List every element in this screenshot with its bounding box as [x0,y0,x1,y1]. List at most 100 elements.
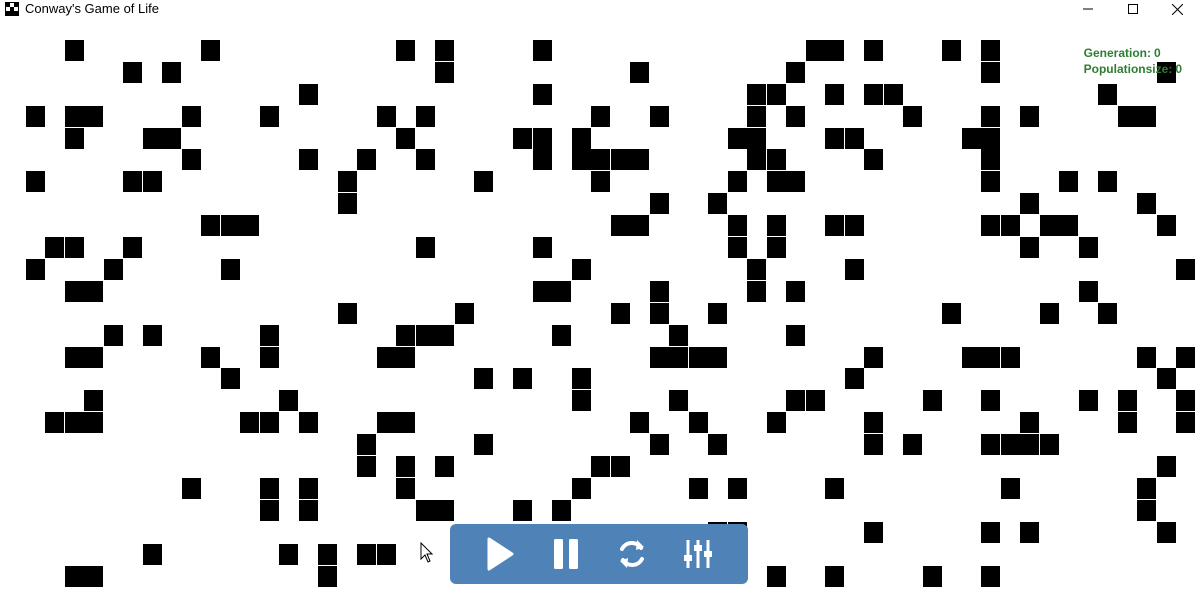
live-cell[interactable] [26,259,45,280]
live-cell[interactable] [981,106,1000,127]
live-cell[interactable] [513,128,532,149]
live-cell[interactable] [84,566,103,587]
live-cell[interactable] [669,347,688,368]
live-cell[interactable] [708,434,727,455]
live-cell[interactable] [1079,281,1098,302]
life-grid[interactable] [0,18,1200,600]
live-cell[interactable] [396,456,415,477]
live-cell[interactable] [864,347,883,368]
live-cell[interactable] [845,368,864,389]
live-cell[interactable] [377,412,396,433]
live-cell[interactable] [1040,215,1059,236]
live-cell[interactable] [728,171,747,192]
live-cell[interactable] [26,171,45,192]
live-cell[interactable] [630,62,649,83]
live-cell[interactable] [962,347,981,368]
live-cell[interactable] [981,128,1000,149]
live-cell[interactable] [747,84,766,105]
live-cell[interactable] [767,412,786,433]
live-cell[interactable] [260,325,279,346]
live-cell[interactable] [123,171,142,192]
live-cell[interactable] [416,325,435,346]
pause-button[interactable] [546,534,586,574]
live-cell[interactable] [221,368,240,389]
live-cell[interactable] [611,456,630,477]
live-cell[interactable] [377,347,396,368]
live-cell[interactable] [1098,171,1117,192]
live-cell[interactable] [65,566,84,587]
live-cell[interactable] [474,171,493,192]
live-cell[interactable] [864,522,883,543]
live-cell[interactable] [299,412,318,433]
live-cell[interactable] [981,434,1000,455]
live-cell[interactable] [806,40,825,61]
live-cell[interactable] [572,368,591,389]
live-cell[interactable] [104,259,123,280]
live-cell[interactable] [143,325,162,346]
live-cell[interactable] [1020,106,1039,127]
live-cell[interactable] [26,106,45,127]
live-cell[interactable] [435,325,454,346]
live-cell[interactable] [942,40,961,61]
maximize-button[interactable] [1110,0,1155,18]
live-cell[interactable] [201,215,220,236]
live-cell[interactable] [143,128,162,149]
live-cell[interactable] [338,171,357,192]
live-cell[interactable] [923,566,942,587]
live-cell[interactable] [104,325,123,346]
live-cell[interactable] [416,500,435,521]
live-cell[interactable] [65,237,84,258]
live-cell[interactable] [786,106,805,127]
live-cell[interactable] [260,106,279,127]
live-cell[interactable] [572,478,591,499]
live-cell[interactable] [396,128,415,149]
live-cell[interactable] [552,500,571,521]
settings-button[interactable] [678,534,718,574]
live-cell[interactable] [65,281,84,302]
live-cell[interactable] [864,412,883,433]
live-cell[interactable] [630,149,649,170]
live-cell[interactable] [689,478,708,499]
live-cell[interactable] [1079,237,1098,258]
live-cell[interactable] [65,106,84,127]
live-cell[interactable] [1118,390,1137,411]
live-cell[interactable] [435,456,454,477]
live-cell[interactable] [591,106,610,127]
live-cell[interactable] [123,62,142,83]
live-cell[interactable] [728,215,747,236]
live-cell[interactable] [299,84,318,105]
live-cell[interactable] [299,478,318,499]
live-cell[interactable] [84,106,103,127]
live-cell[interactable] [338,193,357,214]
live-cell[interactable] [981,62,1000,83]
live-cell[interactable] [396,347,415,368]
live-cell[interactable] [708,303,727,324]
live-cell[interactable] [533,149,552,170]
live-cell[interactable] [864,40,883,61]
live-cell[interactable] [767,84,786,105]
live-cell[interactable] [240,412,259,433]
live-cell[interactable] [845,215,864,236]
live-cell[interactable] [65,347,84,368]
live-cell[interactable] [1157,215,1176,236]
live-cell[interactable] [299,149,318,170]
live-cell[interactable] [884,84,903,105]
live-cell[interactable] [825,40,844,61]
live-cell[interactable] [825,566,844,587]
live-cell[interactable] [84,412,103,433]
live-cell[interactable] [864,434,883,455]
live-cell[interactable] [357,149,376,170]
live-cell[interactable] [942,303,961,324]
live-cell[interactable] [728,128,747,149]
live-cell[interactable] [786,325,805,346]
live-cell[interactable] [903,106,922,127]
live-cell[interactable] [474,434,493,455]
live-cell[interactable] [221,259,240,280]
live-cell[interactable] [572,390,591,411]
live-cell[interactable] [552,281,571,302]
live-cell[interactable] [650,434,669,455]
live-cell[interactable] [182,149,201,170]
live-cell[interactable] [981,522,1000,543]
live-cell[interactable] [572,259,591,280]
live-cell[interactable] [201,40,220,61]
